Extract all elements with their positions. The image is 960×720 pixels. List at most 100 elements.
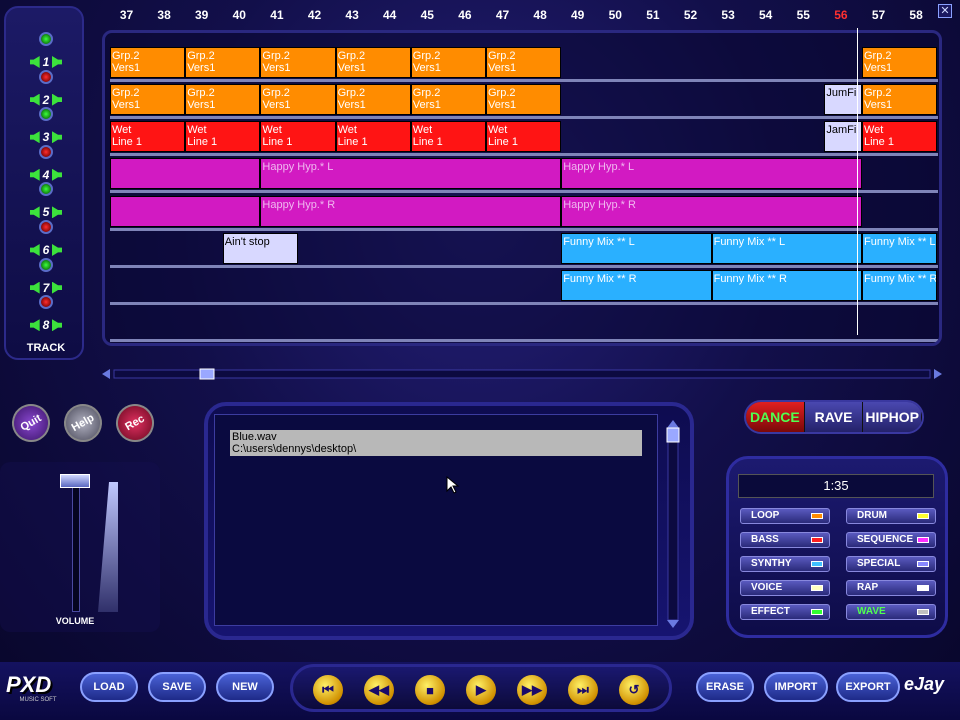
sample-block[interactable]: Grp.2 Vers1	[110, 47, 186, 78]
sample-block[interactable]: Grp.2 Vers1	[335, 84, 411, 115]
style-dance-button[interactable]: DANCE	[746, 402, 805, 432]
sample-block[interactable]: Grp.2 Vers1	[185, 84, 261, 115]
bar-number[interactable]: 45	[409, 8, 446, 22]
sample-block[interactable]: Wet Line 1	[260, 121, 336, 152]
style-rave-button[interactable]: RAVE	[804, 402, 864, 432]
sample-block[interactable]: Funny Mix ** R	[711, 270, 862, 301]
bar-number[interactable]: 47	[484, 8, 521, 22]
track-mute-toggle[interactable]: 7	[24, 280, 68, 296]
sample-block[interactable]: Wet Line 1	[862, 121, 938, 152]
sample-block[interactable]: Funny Mix ** L	[711, 233, 862, 264]
sample-block[interactable]: Ain't stop	[222, 233, 298, 264]
track-mute-toggle[interactable]: 6	[24, 242, 68, 258]
sample-block[interactable]: Grp.2 Vers1	[110, 84, 186, 115]
bar-number[interactable]: 42	[296, 8, 333, 22]
bar-number[interactable]: 41	[258, 8, 295, 22]
vertical-scrollbar[interactable]	[664, 420, 682, 628]
sample-block[interactable]: Funny Mix ** R	[561, 270, 712, 301]
sample-block[interactable]: Grp.2 Vers1	[260, 47, 336, 78]
sample-block[interactable]: Grp.2 Vers1	[410, 84, 486, 115]
bar-number[interactable]: 53	[710, 8, 747, 22]
track-mute-toggle[interactable]: 5	[24, 204, 68, 220]
bar-number[interactable]: 55	[785, 8, 822, 22]
bar-number[interactable]: 39	[183, 8, 220, 22]
category-bass-button[interactable]: BASS	[740, 532, 830, 548]
sample-block[interactable]: Grp.2 Vers1	[410, 47, 486, 78]
track-solo-led[interactable]	[39, 32, 53, 46]
category-drum-button[interactable]: DRUM	[846, 508, 936, 524]
rewind-icon[interactable]: ◀◀	[364, 675, 394, 705]
sample-block[interactable]	[110, 196, 261, 227]
track-mute-toggle[interactable]: 1	[24, 54, 68, 70]
category-rap-button[interactable]: RAP	[846, 580, 936, 596]
quit-button[interactable]: Quit	[5, 397, 57, 449]
category-effect-button[interactable]: EFFECT	[740, 604, 830, 620]
save-button[interactable]: SAVE	[148, 672, 206, 702]
sample-block[interactable]: Wet Line 1	[185, 121, 261, 152]
bar-number[interactable]: 37	[108, 8, 145, 22]
bar-number[interactable]: 44	[371, 8, 408, 22]
bar-number[interactable]: 52	[672, 8, 709, 22]
track-mute-toggle[interactable]: 4	[24, 167, 68, 183]
loop-icon[interactable]: ↺	[619, 675, 649, 705]
playhead-line[interactable]	[857, 28, 858, 335]
erase-button[interactable]: ERASE	[696, 672, 754, 702]
selected-file-item[interactable]: Blue.wav C:\users\dennys\desktop\	[230, 430, 642, 456]
sample-block[interactable]: Wet Line 1	[110, 121, 186, 152]
sample-block[interactable]: Grp.2 Vers1	[335, 47, 411, 78]
sample-block[interactable]: Wet Line 1	[486, 121, 562, 152]
category-loop-button[interactable]: LOOP	[740, 508, 830, 524]
bar-number[interactable]: 56	[822, 8, 859, 22]
sample-block[interactable]: Grp.2 Vers1	[862, 84, 938, 115]
sample-block[interactable]: Grp.2 Vers1	[862, 47, 938, 78]
close-button[interactable]: ✕	[938, 4, 952, 18]
track-solo-led[interactable]	[39, 69, 53, 84]
sample-block[interactable]: Wet Line 1	[410, 121, 486, 152]
track-solo-led[interactable]	[39, 107, 53, 122]
track-solo-led[interactable]	[39, 182, 53, 197]
sample-block[interactable]	[110, 158, 261, 189]
track-solo-led[interactable]	[39, 144, 53, 159]
sample-block[interactable]: Wet Line 1	[335, 121, 411, 152]
category-synthy-button[interactable]: SYNTHY	[740, 556, 830, 572]
bar-number[interactable]: 57	[860, 8, 897, 22]
track-mute-toggle[interactable]: 8	[24, 317, 68, 333]
load-button[interactable]: LOAD	[80, 672, 138, 702]
track-mute-toggle[interactable]: 3	[24, 129, 68, 145]
skip-end-icon[interactable]: ⏭	[568, 675, 598, 705]
new-button[interactable]: NEW	[216, 672, 274, 702]
rec-button[interactable]: Rec	[109, 397, 161, 449]
bar-number[interactable]: 46	[446, 8, 483, 22]
horizontal-scrollbar[interactable]	[100, 366, 944, 382]
category-sequence-button[interactable]: SEQUENCE	[846, 532, 936, 548]
sample-block[interactable]: Happy Hyp.* L	[561, 158, 862, 189]
sample-block[interactable]: Grp.2 Vers1	[486, 84, 562, 115]
sample-block[interactable]: Funny Mix ** R	[862, 270, 938, 301]
bar-number[interactable]: 40	[221, 8, 258, 22]
bar-number[interactable]: 54	[747, 8, 784, 22]
bar-number[interactable]: 50	[597, 8, 634, 22]
bar-number[interactable]: 43	[334, 8, 371, 22]
bar-number[interactable]: 49	[559, 8, 596, 22]
sample-block[interactable]: Happy Hyp.* L	[260, 158, 562, 189]
sample-block[interactable]: Funny Mix ** L	[862, 233, 938, 264]
export-button[interactable]: EXPORT	[836, 672, 900, 702]
sample-block[interactable]: Grp.2 Vers1	[260, 84, 336, 115]
bar-number[interactable]: 38	[146, 8, 183, 22]
fast-forward-icon[interactable]: ▶▶	[517, 675, 547, 705]
track-solo-led[interactable]	[39, 295, 53, 310]
track-mute-toggle[interactable]: 2	[24, 92, 68, 108]
style-hiphop-button[interactable]: HIPHOP	[863, 402, 922, 432]
bar-number[interactable]: 58	[898, 8, 935, 22]
sample-block[interactable]: Grp.2 Vers1	[185, 47, 261, 78]
arrangement-area[interactable]: Grp.2 Vers1 Grp.2 Vers1 Grp.2 Vers1 Grp.2 V…	[102, 30, 942, 346]
sample-block[interactable]: Grp.2 Vers1	[486, 47, 562, 78]
sample-block[interactable]: Happy Hyp.* R	[260, 196, 562, 227]
sample-block[interactable]: Funny Mix ** L	[561, 233, 712, 264]
rewind-start-icon[interactable]: ⏮	[313, 675, 343, 705]
import-button[interactable]: IMPORT	[764, 672, 828, 702]
track-solo-led[interactable]	[39, 257, 53, 272]
volume-slider-track[interactable]	[72, 484, 80, 612]
bar-number[interactable]: 51	[634, 8, 671, 22]
category-voice-button[interactable]: VOICE	[740, 580, 830, 596]
